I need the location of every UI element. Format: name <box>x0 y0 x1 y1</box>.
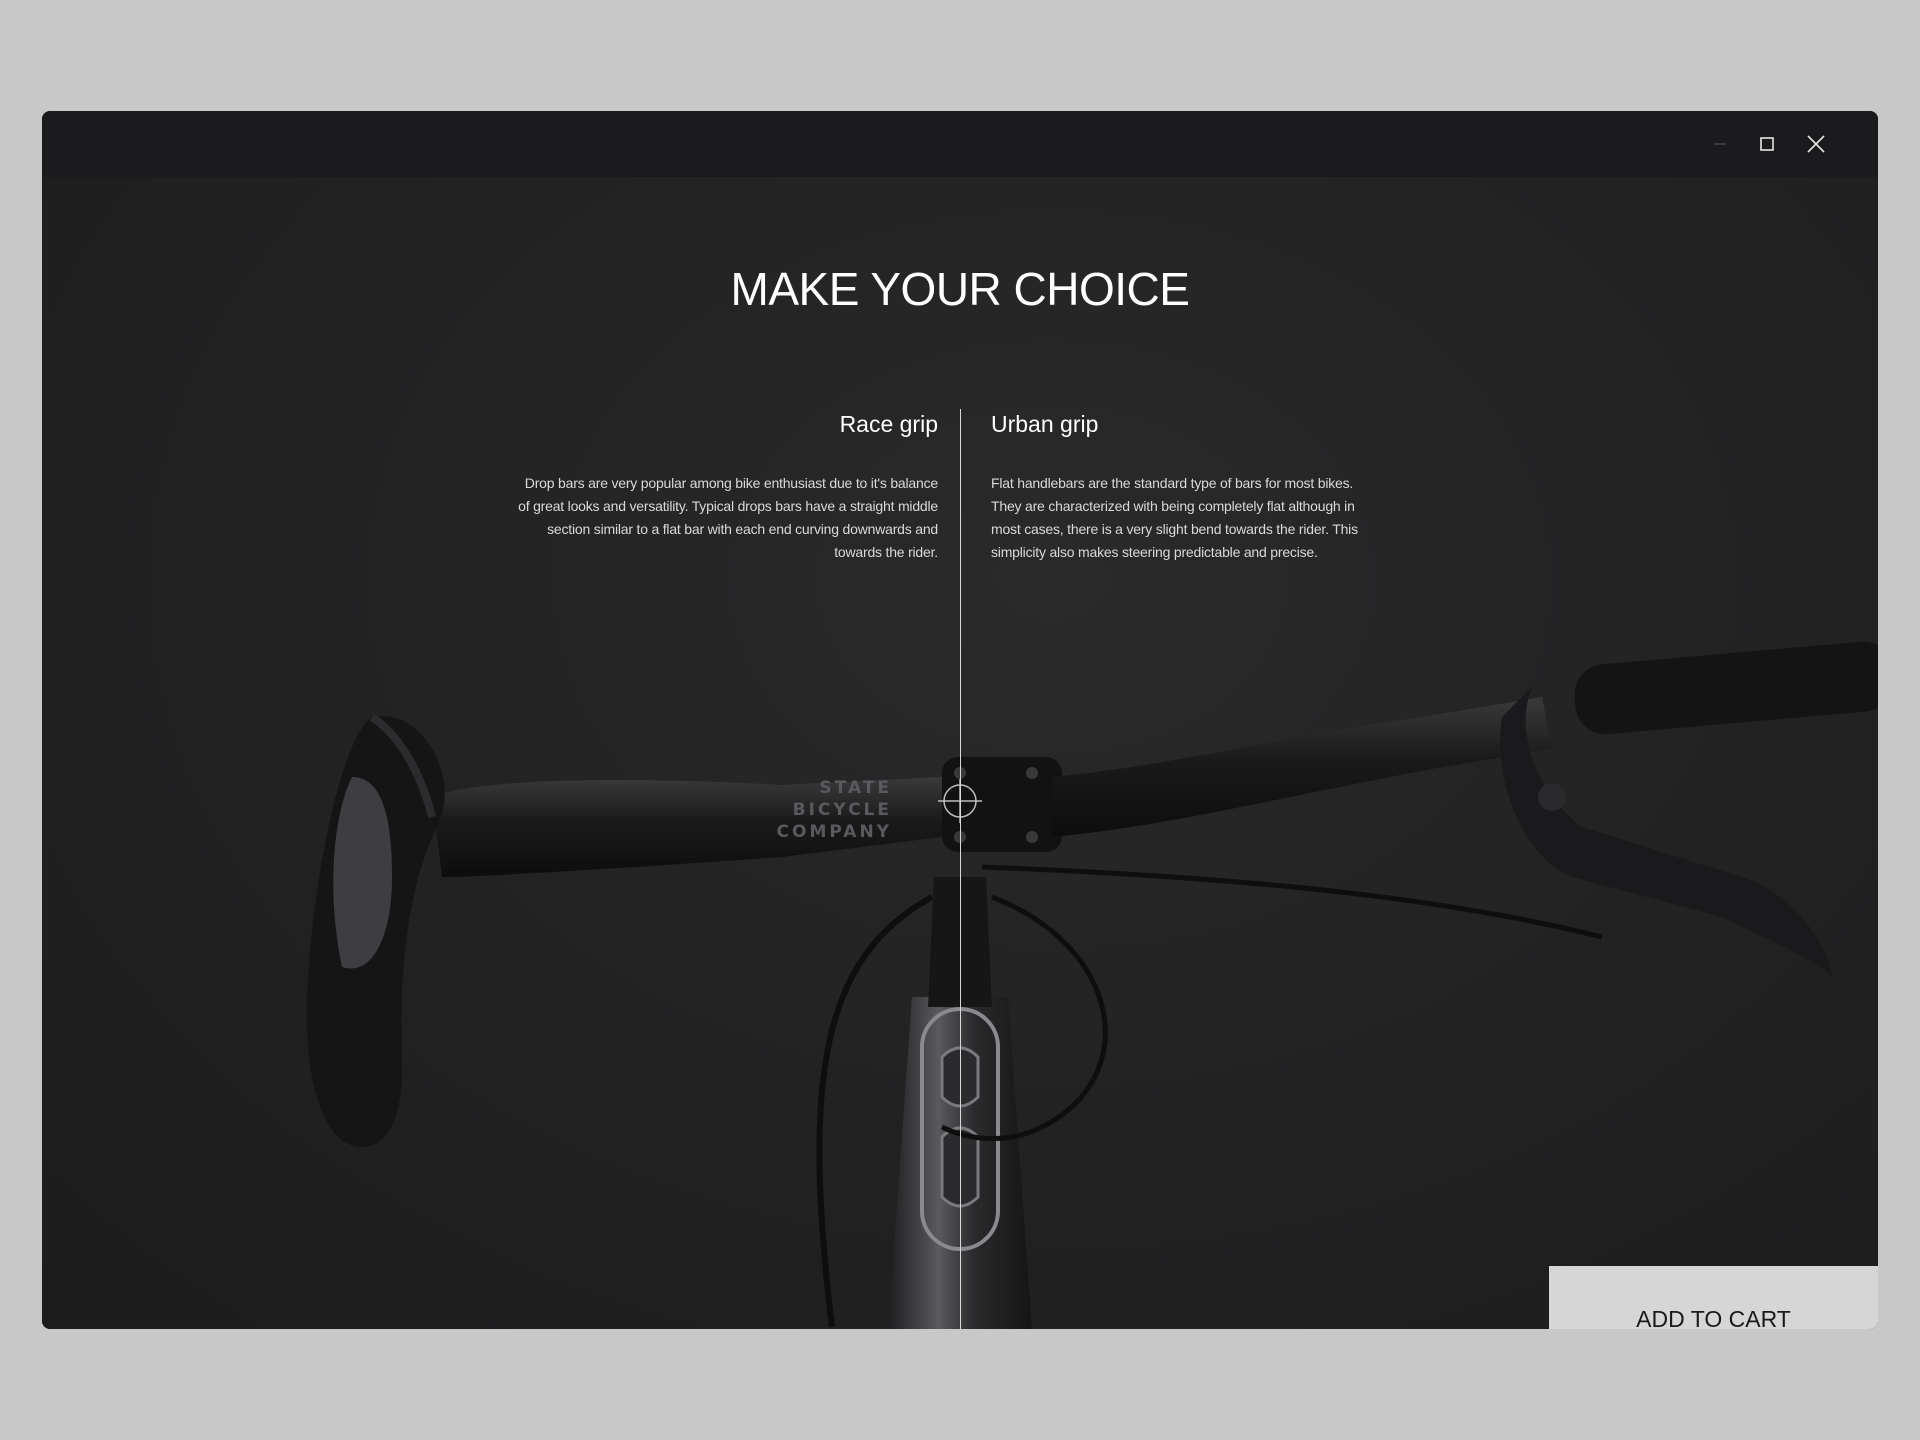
option-title-urban: Urban grip <box>991 411 1099 437</box>
add-to-cart-button[interactable]: ADD TO CART <box>1549 1266 1878 1329</box>
option-title-race: Race grip <box>839 411 938 437</box>
app-window: STATE BICYCLE COMPANY MAKE YOUR CHOICE R… <box>42 111 1878 1329</box>
logo-line-3: COMPANY <box>776 822 892 842</box>
option-description-race: Drop bars are very popular among bike en… <box>518 475 938 560</box>
close-icon <box>1807 135 1825 153</box>
logo-line-2: BICYCLE <box>792 800 892 820</box>
option-race-grip[interactable]: Race grip Drop bars are very popular amo… <box>512 411 938 564</box>
page-title: MAKE YOUR CHOICE <box>730 263 1190 315</box>
maximize-icon <box>1760 137 1774 151</box>
minimize-icon <box>1714 143 1726 145</box>
option-description-urban: Flat handlebars are the standard type of… <box>991 475 1358 560</box>
close-button[interactable] <box>1801 129 1831 159</box>
comparison-divider[interactable] <box>960 409 961 1329</box>
option-urban-grip[interactable]: Urban grip Flat handlebars are the stand… <box>991 411 1383 564</box>
minimize-button[interactable] <box>1705 129 1735 159</box>
bike-frame-logo: STATE BICYCLE COMPANY <box>772 777 892 843</box>
product-configurator: STATE BICYCLE COMPANY MAKE YOUR CHOICE R… <box>42 177 1878 1329</box>
maximize-button[interactable] <box>1752 129 1782 159</box>
title-bar <box>42 111 1878 177</box>
logo-line-1: STATE <box>819 778 892 798</box>
